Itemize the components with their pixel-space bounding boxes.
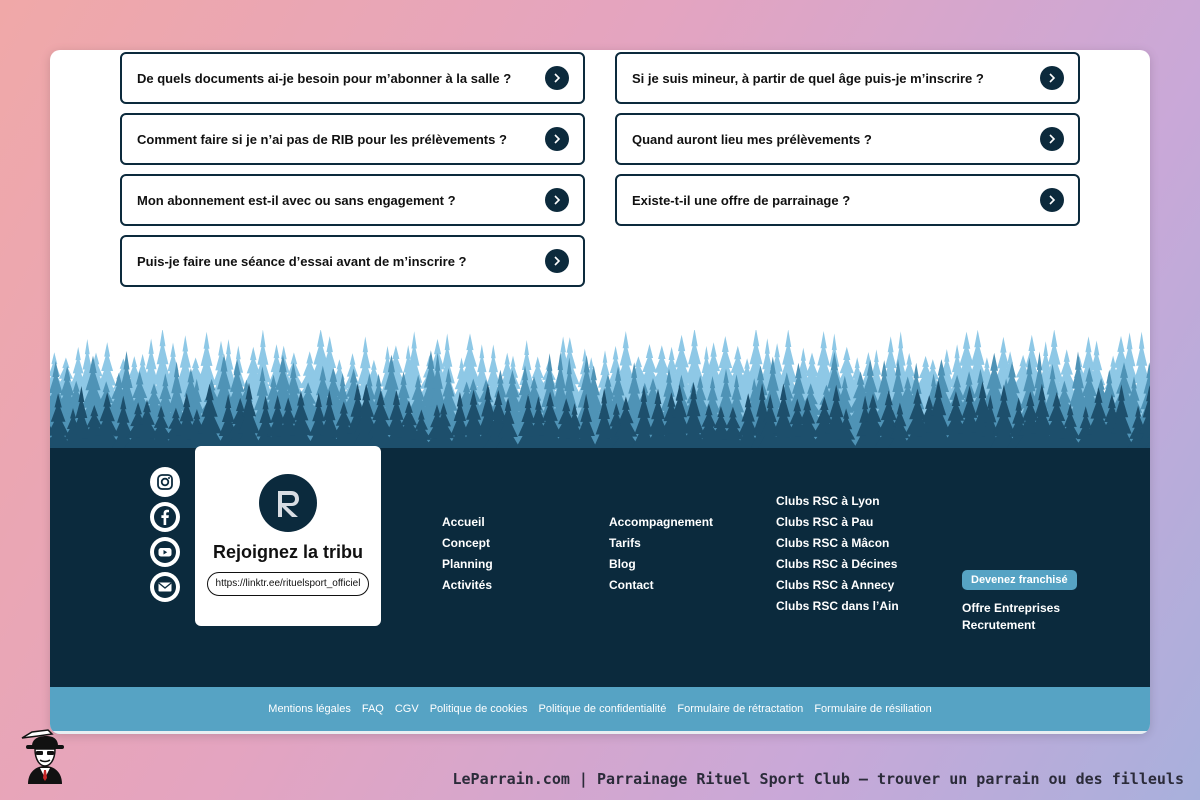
chevron-right-icon[interactable] (1040, 127, 1064, 151)
club-link[interactable]: Clubs RSC à Mâcon (776, 533, 899, 554)
club-link[interactable]: Clubs RSC à Lyon (776, 491, 899, 512)
faq-item[interactable]: Mon abonnement est-il avec ou sans engag… (120, 174, 585, 226)
legal-link[interactable]: Politique de cookies (430, 703, 528, 715)
faq-question: Si je suis mineur, à partir de quel âge … (632, 70, 984, 86)
page-card: De quels documents ai-je besoin pour m’a… (50, 50, 1150, 734)
faq-question: Quand auront lieu mes prélèvements ? (632, 131, 872, 147)
chevron-right-icon[interactable] (545, 249, 569, 273)
footer-link[interactable]: Activités (442, 575, 493, 596)
footer-link[interactable]: Concept (442, 533, 493, 554)
legal-bar: Mentions légales FAQ CGV Politique de co… (50, 687, 1150, 734)
footer-franchise: Devenez franchisé Offre Entreprises Recr… (962, 570, 1077, 634)
faq-question: Existe-t-il une offre de parrainage ? (632, 192, 851, 208)
footer: Rejoignez la tribu https://linktr.ee/rit… (50, 446, 1150, 687)
chevron-right-icon[interactable] (545, 66, 569, 90)
footer-link[interactable]: Planning (442, 554, 493, 575)
club-link[interactable]: Clubs RSC à Annecy (776, 575, 899, 596)
faq-column-right: Si je suis mineur, à partir de quel âge … (615, 52, 1080, 235)
footer-nav-main: Accueil Concept Planning Activités (442, 512, 493, 596)
faq-question: Mon abonnement est-il avec ou sans engag… (137, 192, 456, 208)
faq-question: Comment faire si je n’ai pas de RIB pour… (137, 131, 507, 147)
club-link[interactable]: Clubs RSC à Décines (776, 554, 899, 575)
footer-link[interactable]: Accueil (442, 512, 493, 533)
faq-item[interactable]: De quels documents ai-je besoin pour m’a… (120, 52, 585, 104)
faq-question: De quels documents ai-je besoin pour m’a… (137, 70, 512, 86)
club-link[interactable]: Clubs RSC dans l’Ain (776, 596, 899, 617)
faq-item[interactable]: Existe-t-il une offre de parrainage ? (615, 174, 1080, 226)
faq-column-left: De quels documents ai-je besoin pour m’a… (120, 52, 585, 296)
footer-link[interactable]: Blog (609, 554, 713, 575)
rsc-logo (259, 474, 317, 532)
mail-icon[interactable] (150, 572, 180, 602)
faq-item[interactable]: Comment faire si je n’ai pas de RIB pour… (120, 113, 585, 165)
chevron-right-icon[interactable] (545, 188, 569, 212)
legal-link[interactable]: Formulaire de rétractation (677, 703, 803, 715)
social-links (150, 467, 182, 607)
legal-link[interactable]: FAQ (362, 703, 384, 715)
legal-link[interactable]: Mentions légales (268, 703, 351, 715)
legal-link[interactable]: Formulaire de résiliation (814, 703, 931, 715)
youtube-icon[interactable] (150, 537, 180, 567)
footer-link[interactable]: Recrutement (962, 617, 1077, 634)
legal-link[interactable]: CGV (395, 703, 419, 715)
chevron-right-icon[interactable] (545, 127, 569, 151)
legal-link[interactable]: Politique de confidentialité (539, 703, 667, 715)
club-link[interactable]: Clubs RSC à Pau (776, 512, 899, 533)
tribu-title: Rejoignez la tribu (212, 542, 363, 562)
tribu-card: Rejoignez la tribu https://linktr.ee/rit… (195, 446, 381, 626)
mascot-icon (21, 729, 64, 784)
footer-clubs: Clubs RSC à Lyon Clubs RSC à Pau Clubs R… (776, 491, 899, 617)
footer-link[interactable]: Contact (609, 575, 713, 596)
footer-nav-secondary: Accompagnement Tarifs Blog Contact (609, 512, 713, 596)
facebook-icon[interactable] (150, 502, 180, 532)
footer-link[interactable]: Offre Entreprises (962, 600, 1077, 617)
instagram-icon[interactable] (150, 467, 180, 497)
faq-question: Puis-je faire une séance d’essai avant d… (137, 253, 467, 269)
faq-item[interactable]: Quand auront lieu mes prélèvements ? (615, 113, 1080, 165)
page-caption: LeParrain.com | Parrainage Rituel Sport … (452, 770, 1185, 788)
franchise-button[interactable]: Devenez franchisé (962, 570, 1077, 590)
linktree-link[interactable]: https://linktr.ee/rituelsport_officiel (207, 572, 369, 596)
chevron-right-icon[interactable] (1040, 188, 1064, 212)
faq-item[interactable]: Puis-je faire une séance d’essai avant d… (120, 235, 585, 287)
footer-link[interactable]: Accompagnement (609, 512, 713, 533)
chevron-right-icon[interactable] (1040, 66, 1064, 90)
faq-item[interactable]: Si je suis mineur, à partir de quel âge … (615, 52, 1080, 104)
footer-link[interactable]: Tarifs (609, 533, 713, 554)
